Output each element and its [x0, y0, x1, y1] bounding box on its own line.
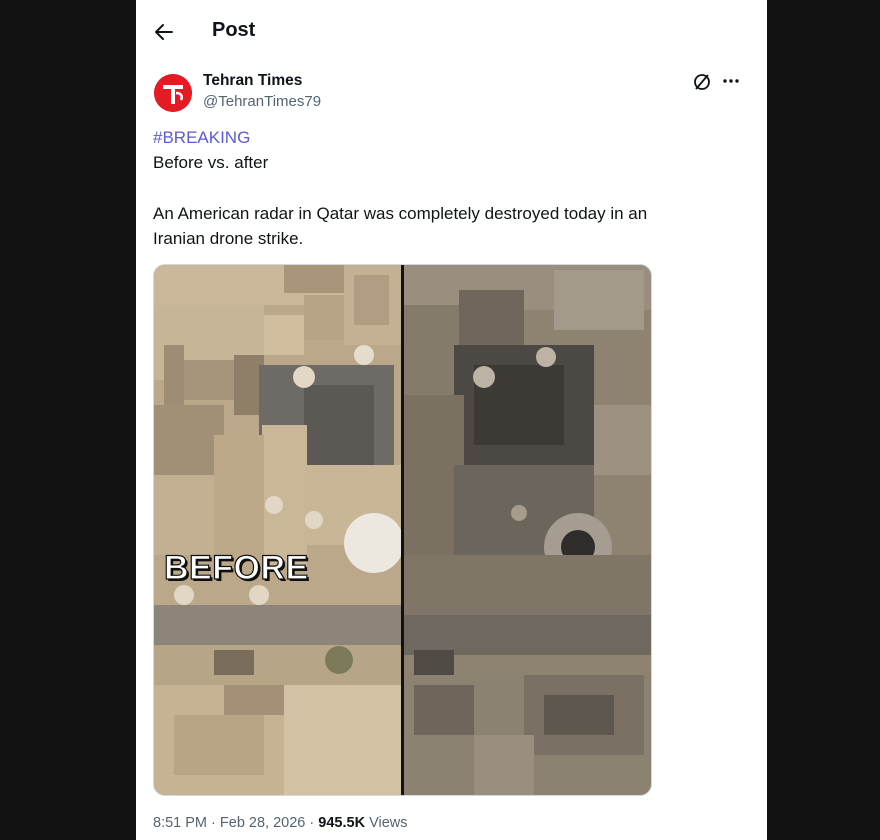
post-text-line: Before vs. after — [153, 153, 269, 172]
avatar[interactable] — [154, 74, 192, 112]
author-handle[interactable]: @TehranTimes79 — [203, 93, 321, 110]
author-name[interactable]: Tehran Times — [203, 72, 302, 90]
hashtag-link[interactable]: #BREAKING — [153, 128, 250, 148]
post-date[interactable]: Feb 28, 2026 — [220, 815, 305, 831]
top-bar: Post — [136, 0, 767, 62]
before-after-image[interactable]: BEFORE — [153, 264, 652, 796]
page-title: Post — [212, 19, 256, 41]
more-options-icon[interactable] — [720, 70, 742, 92]
satellite-image — [154, 265, 651, 795]
grok-icon[interactable] — [692, 72, 712, 92]
post-text-line: Iranian drone strike. — [153, 229, 304, 248]
post-metadata: 8:51 PM · Feb 28, 2026 · 945.5K Views — [153, 815, 408, 831]
before-label: BEFORE — [163, 548, 309, 587]
post-text-line: An American radar in Qatar was completel… — [153, 204, 648, 223]
views-count: 945.5K — [318, 815, 366, 831]
separator: · — [309, 815, 315, 831]
back-arrow-icon[interactable] — [152, 20, 176, 44]
separator: · — [211, 815, 216, 831]
views-label: Views — [369, 815, 408, 831]
post-time[interactable]: 8:51 PM — [153, 815, 207, 831]
post-column: Post Tehran Times @TehranTimes79 #BREAKI… — [136, 0, 767, 840]
